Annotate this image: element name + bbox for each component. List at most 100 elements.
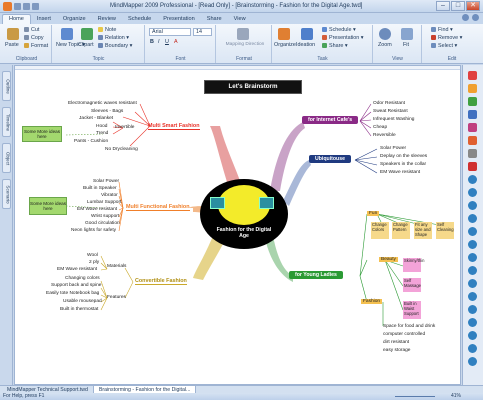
list-item[interactable]: Lumbar Support <box>87 200 121 205</box>
tab-home[interactable]: Home <box>2 14 31 24</box>
marker-icon[interactable] <box>468 305 477 314</box>
list-item[interactable]: Wool <box>87 253 98 258</box>
list-item[interactable]: Infrequent Washing <box>373 117 414 122</box>
branch-convertible[interactable]: Convertible Fashion <box>135 278 187 285</box>
fun-label[interactable]: Fun <box>367 211 380 216</box>
style-icon[interactable] <box>462 14 469 21</box>
underline-button[interactable]: U <box>165 39 169 45</box>
marker-icon[interactable] <box>468 71 477 80</box>
note-box[interactable]: Some More ideas here <box>29 197 67 215</box>
list-item[interactable]: Electromagnetic waves resistant <box>68 101 137 106</box>
maximize-button[interactable]: □ <box>451 1 465 11</box>
list-item[interactable]: Good circulation <box>85 221 120 226</box>
marker-icon[interactable] <box>468 214 477 223</box>
fit-button[interactable]: Fit <box>403 42 409 48</box>
bold-button[interactable]: B <box>150 39 154 45</box>
list-item[interactable]: EM Wave resistant <box>77 207 117 212</box>
marker-icon[interactable] <box>468 344 477 353</box>
marker-icon[interactable] <box>468 318 477 327</box>
list-item[interactable]: Support back and spine <box>51 283 101 288</box>
italic-button[interactable]: I <box>158 39 160 45</box>
presentation-button[interactable]: Presentation ▾ <box>322 35 363 41</box>
app-icon[interactable] <box>3 2 12 11</box>
outline-tab[interactable]: Outline <box>2 71 11 101</box>
marker-icon[interactable] <box>468 331 477 340</box>
font-size-select[interactable]: 14 <box>193 28 212 36</box>
list-item[interactable]: Solar Power <box>93 179 119 184</box>
list-item[interactable]: Trend <box>96 131 108 136</box>
list-item[interactable]: Deplay on the sleeves <box>380 154 427 159</box>
fashion-item[interactable]: Space for food and drink <box>383 324 435 329</box>
note-button[interactable]: Note <box>98 27 116 33</box>
list-item[interactable]: EM Wave resistant <box>380 170 420 175</box>
undo-icon[interactable] <box>23 3 30 10</box>
zoom-button[interactable]: Zoom <box>378 42 392 48</box>
redo-icon[interactable] <box>32 3 39 10</box>
branch-multi-smart[interactable]: Multi Smart Fashion <box>148 123 200 130</box>
ideation-button[interactable]: Ideation <box>296 42 315 48</box>
cut-button[interactable]: Cut <box>24 27 39 33</box>
fashion-item[interactable]: computer controlled <box>383 332 425 337</box>
marker-icon[interactable] <box>468 292 477 301</box>
select-button[interactable]: Select ▾ <box>431 43 457 49</box>
branch-ubiquitous[interactable]: Ubiquitouse <box>309 155 351 163</box>
list-item[interactable]: Speakers in the collar <box>380 162 426 167</box>
list-item[interactable]: Jacket - Blanket <box>79 116 113 121</box>
mapping-direction-button[interactable]: Mapping Direction <box>222 42 268 47</box>
document-tab-active[interactable]: Brainstorming - Fashion for the Digital.… <box>93 386 197 393</box>
list-item[interactable]: Vibrator <box>101 193 118 198</box>
save-icon[interactable] <box>14 3 21 10</box>
list-item[interactable]: Sleeves - Bags <box>91 109 123 114</box>
timeline-tab[interactable]: Timeline <box>2 107 11 137</box>
font-family-select[interactable]: Arial <box>149 28 191 36</box>
list-item[interactable]: Easily tote Notebook bag <box>46 291 99 296</box>
marker-icon[interactable] <box>468 175 477 184</box>
branch-young-ladies[interactable]: for Young Ladies <box>289 271 343 279</box>
marker-icon[interactable] <box>468 227 477 236</box>
list-item[interactable]: Built in Speaker <box>83 186 117 191</box>
fashion-item[interactable]: easy storage <box>383 348 410 353</box>
marker-icon[interactable] <box>468 240 477 249</box>
copy-button[interactable]: Copy <box>24 35 44 41</box>
list-item[interactable]: Reversible <box>373 133 396 138</box>
fun-item[interactable]: Fit any size and Shape <box>414 222 432 239</box>
marker-icon[interactable] <box>468 357 477 366</box>
invertible-label[interactable]: Invertible <box>115 125 134 130</box>
marker-icon[interactable] <box>468 97 477 106</box>
list-item[interactable]: Neon lights for safety <box>71 228 116 233</box>
beauty-label[interactable]: Beauty <box>379 257 398 262</box>
marker-icon[interactable] <box>468 188 477 197</box>
tab-insert[interactable]: Insert <box>31 15 57 24</box>
fun-item[interactable]: Change Pattern <box>392 222 410 239</box>
list-item[interactable]: Pants - Cushion <box>74 139 108 144</box>
minimize-button[interactable]: – <box>436 1 450 11</box>
list-item[interactable]: No Drycleaning <box>105 147 138 152</box>
marker-icon[interactable] <box>468 136 477 145</box>
object-tab[interactable]: Object <box>2 143 11 173</box>
marker-icon[interactable] <box>468 201 477 210</box>
marker-icon[interactable] <box>468 123 477 132</box>
marker-icon[interactable] <box>468 162 477 171</box>
tab-view[interactable]: View <box>228 15 252 24</box>
materials-label[interactable]: Materials <box>107 264 126 269</box>
marker-icon[interactable] <box>468 110 477 119</box>
relation-button[interactable]: Relation ▾ <box>98 35 129 41</box>
scenario-tab[interactable]: Scenario <box>2 179 11 209</box>
list-item[interactable]: Hood <box>96 124 107 129</box>
paste-button[interactable]: Paste <box>5 42 19 48</box>
font-color-button[interactable]: A <box>174 39 178 45</box>
list-item[interactable]: Usable mousepad <box>63 299 102 304</box>
document-tab[interactable]: MindMapper Technical Support.twd <box>2 386 94 393</box>
share-button[interactable]: Share ▾ <box>322 43 348 49</box>
list-item[interactable]: Odor Resistant <box>373 101 405 106</box>
marker-icon[interactable] <box>468 149 477 158</box>
root-topic[interactable]: Fashion for the Digital Age <box>200 179 288 249</box>
list-item[interactable]: Wrist support <box>91 214 119 219</box>
list-item[interactable]: EM Wave resistant <box>57 267 97 272</box>
marker-icon[interactable] <box>468 253 477 262</box>
clipart-button[interactable]: Clipart <box>78 42 94 48</box>
tab-review[interactable]: Review <box>92 15 122 24</box>
fun-item[interactable]: Change Colors <box>371 222 389 239</box>
list-item[interactable]: Built in thermostat <box>60 307 98 312</box>
help-icon[interactable] <box>472 14 479 21</box>
